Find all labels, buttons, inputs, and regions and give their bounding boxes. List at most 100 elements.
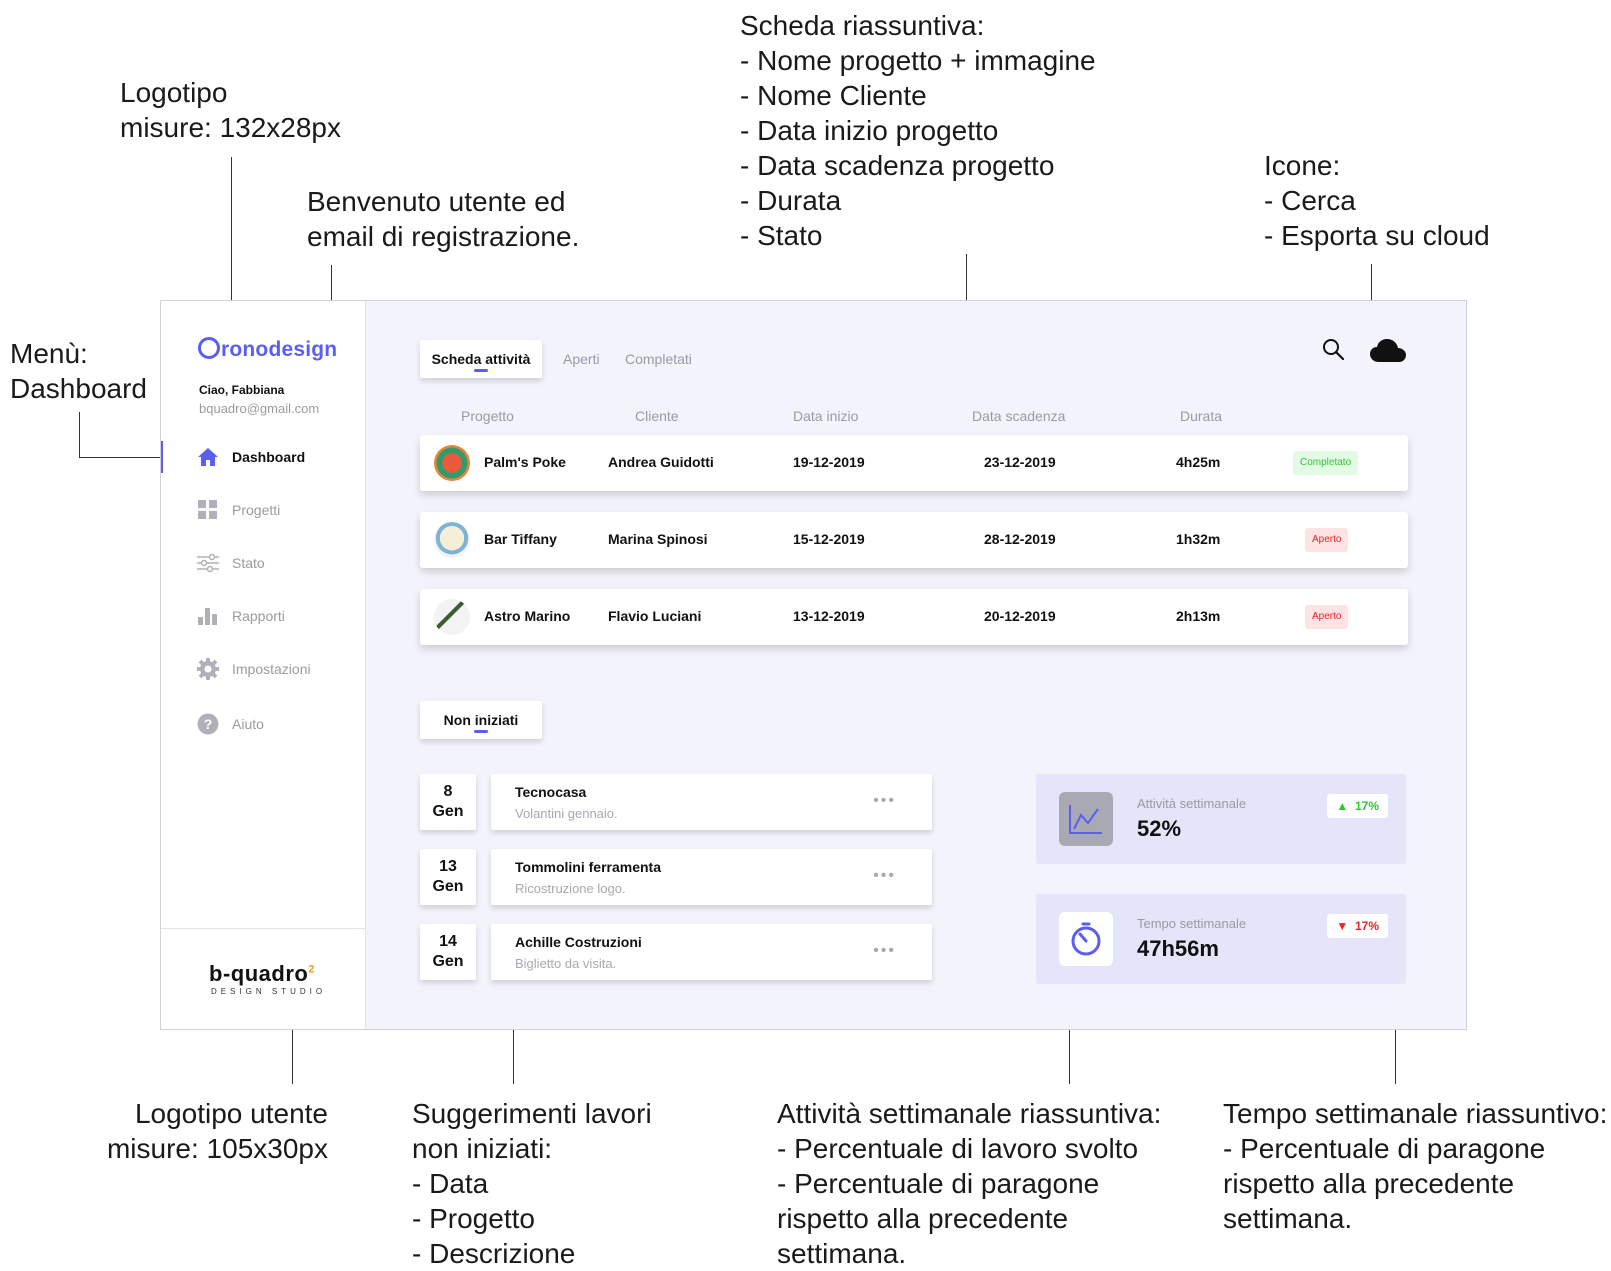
sidebar-item-label: Dashboard	[232, 449, 306, 465]
suggestion-title: Tecnocasa	[515, 784, 587, 800]
suggestion-description: Volantini gennaio.	[515, 806, 618, 821]
arrow-up-icon: ▲	[1336, 799, 1349, 813]
leader-line-menu-h	[79, 457, 161, 458]
more-options-icon[interactable]: •••	[873, 867, 896, 885]
suggestion-card[interactable]: Achille Costruzioni Biglietto da visita.…	[491, 924, 932, 980]
app-logo: ronodesign	[198, 337, 337, 362]
suggestion-description: Biglietto da visita.	[515, 956, 617, 971]
home-icon	[197, 446, 219, 468]
sidebar: ronodesign Ciao, Fabbiana bquadro@gmail.…	[161, 301, 366, 1029]
suggestion-card[interactable]: Tommolini ferramenta Ricostruzione logo.…	[491, 849, 932, 905]
grid-icon	[197, 499, 219, 521]
trend-down-badge: ▼ 17%	[1327, 914, 1388, 938]
column-header-cliente: Cliente	[635, 408, 679, 424]
sidebar-item-dashboard[interactable]: Dashboard	[197, 442, 305, 472]
annotation-icons: Icone: - Cerca - Esporta su cloud	[1264, 150, 1490, 251]
date-month: Gen	[432, 803, 464, 820]
tab-completati[interactable]: Completati	[625, 351, 692, 367]
sidebar-item-label: Stato	[232, 555, 265, 571]
trend-value: 17%	[1354, 799, 1379, 813]
suggestion-description: Ricostruzione logo.	[515, 881, 626, 896]
sidebar-item-rapporti[interactable]: Rapporti	[197, 601, 285, 631]
table-row[interactable]: Palm's Poke Andrea Guidotti 19-12-2019 2…	[420, 435, 1408, 491]
annotation-welcome: Benvenuto utente ed email di registrazio…	[307, 186, 580, 252]
active-tab-indicator	[474, 730, 488, 733]
status-badge: Aperto	[1305, 605, 1349, 629]
logo-c-icon	[198, 337, 220, 359]
weekly-activity-card: Attività settimanale 52% ▲ 17%	[1036, 774, 1406, 864]
status-badge: Completato	[1293, 451, 1359, 475]
user-company-subtitle: DESIGN STUDIO	[211, 987, 327, 996]
end-date: 28-12-2019	[984, 531, 1056, 547]
search-icon[interactable]	[1322, 338, 1345, 365]
stat-label: Tempo settimanale	[1137, 916, 1247, 931]
leader-line-menu-v	[79, 412, 80, 458]
column-header-data-scadenza: Data scadenza	[972, 408, 1066, 424]
sidebar-item-stato[interactable]: Stato	[197, 548, 265, 578]
column-header-data-inizio: Data inizio	[793, 408, 859, 424]
duration: 1h32m	[1176, 531, 1221, 547]
sidebar-item-label: Impostazioni	[232, 661, 311, 677]
suggestion-date: 14 Gen	[420, 924, 476, 980]
date-day: 8	[443, 783, 453, 800]
tab-aperti[interactable]: Aperti	[563, 351, 600, 367]
stat-value: 52%	[1137, 816, 1182, 841]
project-name: Palm's Poke	[484, 454, 566, 470]
column-header-durata: Durata	[1180, 408, 1223, 424]
project-name: Astro Marino	[484, 608, 571, 624]
help-icon: ?	[197, 713, 219, 735]
stat-label: Attività settimanale	[1137, 796, 1247, 811]
sidebar-footer: b-quadro2 DESIGN STUDIO	[161, 928, 365, 1029]
more-options-icon[interactable]: •••	[873, 942, 896, 960]
line-chart-icon	[1059, 792, 1113, 846]
suggestion-card[interactable]: Tecnocasa Volantini gennaio. •••	[491, 774, 932, 830]
date-month: Gen	[432, 878, 464, 895]
sidebar-item-impostazioni[interactable]: Impostazioni	[197, 654, 311, 684]
date-day: 13	[439, 858, 457, 875]
end-date: 20-12-2019	[984, 608, 1056, 624]
annotation-summary: Scheda riassuntiva: - Nome progetto + im…	[740, 10, 1096, 251]
sliders-icon	[197, 552, 219, 574]
annotation-user-logo: Logotipo utente misure: 105x30px	[106, 1098, 328, 1164]
status-badge: Aperto	[1305, 528, 1349, 552]
tab-non-iniziati[interactable]: Non iniziati	[420, 701, 542, 739]
user-company-logo: b-quadro2	[209, 961, 315, 986]
tab-scheda-attivita[interactable]: Scheda attività	[420, 340, 542, 378]
project-thumbnail	[434, 445, 470, 481]
trend-value: 17%	[1354, 919, 1379, 933]
sidebar-item-label: Aiuto	[232, 716, 264, 732]
suggestion-date: 13 Gen	[420, 849, 476, 905]
sidebar-item-aiuto[interactable]: ? Aiuto	[197, 709, 264, 739]
duration: 4h25m	[1176, 454, 1221, 470]
tab-label: Non iniziati	[443, 712, 519, 728]
annotation-weekly-activity: Attività settimanale riassuntiva: - Perc…	[777, 1098, 1162, 1269]
project-thumbnail	[434, 599, 470, 635]
table-row[interactable]: Bar Tiffany Marina Spinosi 15-12-2019 28…	[420, 512, 1408, 568]
cloud-export-icon[interactable]	[1370, 338, 1406, 367]
sidebar-item-progetti[interactable]: Progetti	[197, 495, 280, 525]
duration: 2h13m	[1176, 608, 1221, 624]
start-date: 19-12-2019	[793, 454, 865, 470]
svg-text:?: ?	[204, 716, 213, 732]
gear-icon	[197, 658, 219, 680]
active-tab-indicator	[474, 369, 488, 372]
table-row[interactable]: Astro Marino Flavio Luciani 13-12-2019 2…	[420, 589, 1408, 645]
date-day: 14	[439, 933, 457, 950]
stat-value: 47h56m	[1137, 936, 1219, 961]
client-name: Marina Spinosi	[608, 531, 708, 547]
annotation-logo: Logotipo misure: 132x28px	[120, 77, 342, 143]
project-name: Bar Tiffany	[484, 531, 557, 547]
annotation-suggestions: Suggerimenti lavori non iniziati: - Data…	[412, 1098, 652, 1269]
start-date: 13-12-2019	[793, 608, 865, 624]
sidebar-item-label: Progetti	[232, 502, 281, 518]
weekly-time-card: Tempo settimanale 47h56m ▼ 17%	[1036, 894, 1406, 984]
more-options-icon[interactable]: •••	[873, 792, 896, 810]
arrow-down-icon: ▼	[1336, 919, 1349, 933]
column-header-progetto: Progetto	[461, 408, 514, 424]
annotation-weekly-time: Tempo settimanale riassuntivo: - Percent…	[1223, 1098, 1608, 1234]
end-date: 23-12-2019	[984, 454, 1056, 470]
active-nav-marker	[161, 441, 163, 473]
user-email: bquadro@gmail.com	[199, 401, 320, 416]
user-greeting: Ciao, Fabbiana	[199, 383, 285, 397]
timer-icon	[1059, 912, 1113, 966]
